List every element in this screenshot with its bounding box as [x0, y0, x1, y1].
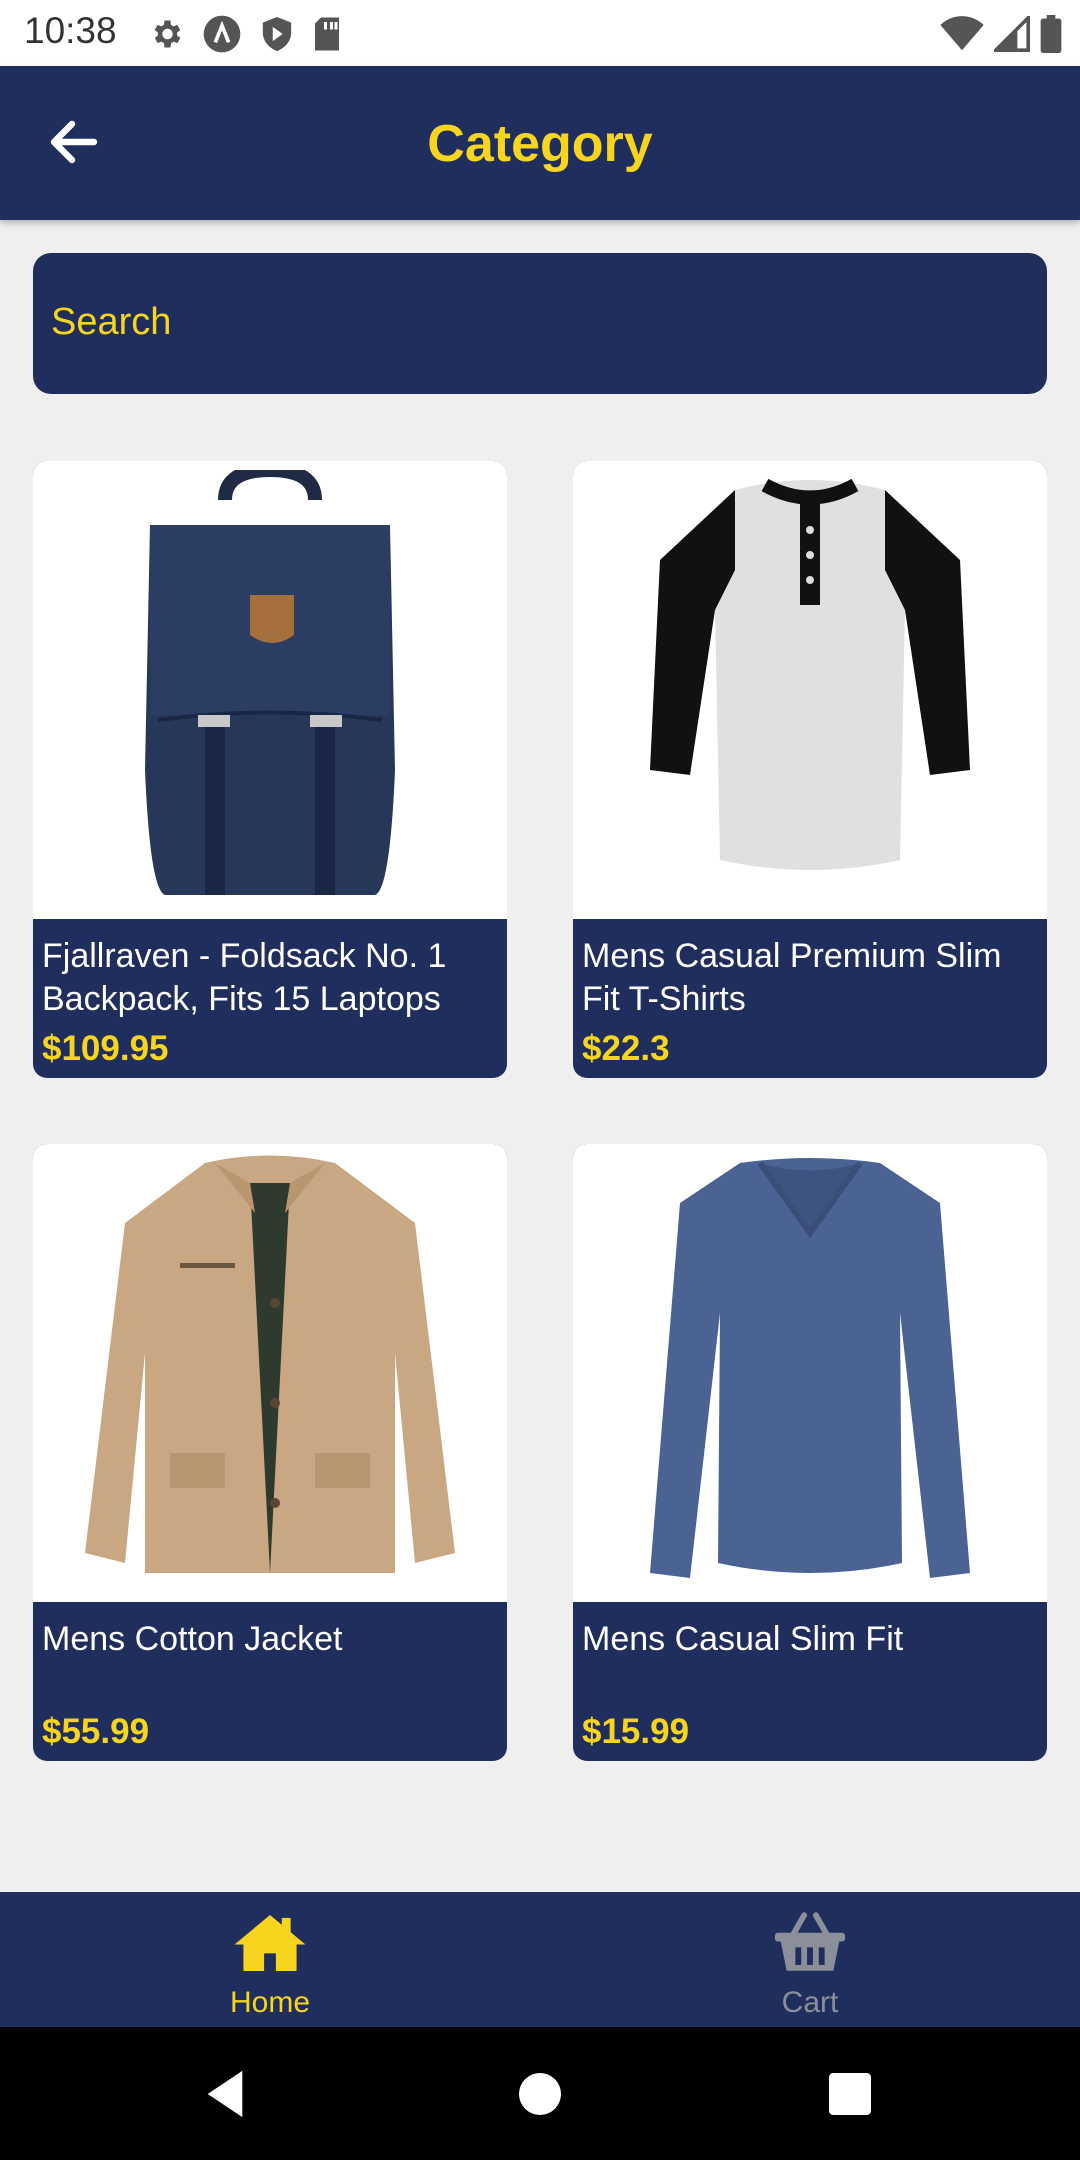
wifi-icon	[940, 16, 984, 51]
product-title: Mens Casual Slim Fit	[582, 1620, 904, 1658]
system-home-button[interactable]	[505, 2059, 575, 2129]
home-icon	[231, 1910, 309, 1976]
system-back-button[interactable]	[190, 2059, 260, 2129]
product-image-raglan-tshirt	[573, 461, 1047, 919]
status-time: 10:38	[24, 10, 117, 51]
system-nav-bar	[0, 2027, 1080, 2160]
product-card[interactable]: Mens Casual Slim Fit $15.99	[573, 1144, 1047, 1761]
product-title: Mens Casual Premium Slim Fit T-Shirts	[582, 937, 1002, 1018]
circle-home-icon	[519, 2073, 561, 2115]
a-icon	[203, 15, 241, 53]
product-image-backpack	[33, 461, 507, 919]
product-price: $22.3	[582, 1029, 670, 1068]
app-bar: Category	[0, 66, 1080, 220]
product-price: $15.99	[582, 1712, 690, 1751]
sd-card-icon	[315, 17, 339, 51]
nav-item-cart[interactable]: Cart	[540, 1892, 1080, 2027]
basket-icon	[772, 1910, 848, 1976]
shield-play-icon	[262, 17, 292, 51]
product-card[interactable]: Mens Cotton Jacket $55.99	[33, 1144, 507, 1761]
system-recents-button[interactable]	[815, 2059, 885, 2129]
nav-item-home[interactable]: Home	[0, 1892, 540, 2027]
status-icons-left	[148, 12, 342, 56]
search-input[interactable]: Search	[33, 253, 1047, 394]
triangle-back-icon	[207, 2070, 243, 2118]
product-card[interactable]: Mens Casual Premium Slim Fit T-Shirts $2…	[573, 461, 1047, 1078]
product-image-cotton-jacket	[33, 1144, 507, 1602]
product-title: Mens Cotton Jacket	[42, 1620, 343, 1658]
bottom-nav: Home Cart	[0, 1892, 1080, 2027]
battery-icon	[1040, 15, 1062, 53]
square-recents-icon	[829, 2073, 871, 2115]
search-placeholder: Search	[51, 301, 172, 343]
product-card[interactable]: Fjallraven - Foldsack No. 1 Backpack, Fi…	[33, 461, 507, 1078]
page-title: Category	[427, 115, 653, 173]
signal-icon	[994, 16, 1030, 52]
nav-label-cart: Cart	[781, 1986, 839, 2019]
product-price: $55.99	[42, 1712, 150, 1751]
status-bar: 10:38	[0, 0, 1080, 66]
product-title: Fjallraven - Foldsack No. 1 Backpack, Fi…	[42, 937, 447, 1018]
nav-label-home: Home	[229, 1986, 311, 2019]
gear-icon	[154, 20, 181, 48]
status-icons-right	[940, 12, 1062, 56]
product-price: $109.95	[42, 1029, 169, 1068]
product-image-long-sleeve-shirt	[573, 1144, 1047, 1602]
